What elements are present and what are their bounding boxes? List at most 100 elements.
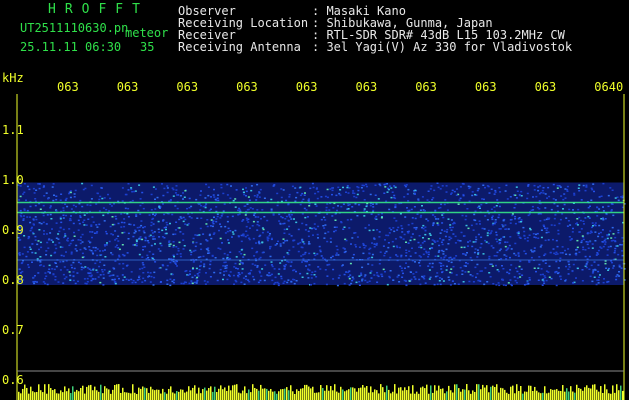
power-bar	[352, 387, 354, 400]
noise-speckle	[258, 270, 261, 273]
noise-speckle	[387, 234, 390, 237]
noise-speckle	[438, 244, 441, 247]
noise-speckle	[325, 283, 328, 286]
noise-speckle	[203, 280, 206, 282]
noise-speckle	[489, 276, 492, 278]
noise-speckle	[439, 277, 442, 279]
noise-speckle	[602, 219, 605, 221]
noise-speckle	[220, 186, 223, 189]
noise-speckle	[240, 234, 243, 237]
noise-speckle	[350, 282, 353, 285]
noise-speckle	[172, 233, 175, 236]
noise-speckle	[54, 279, 57, 281]
power-bar	[120, 392, 122, 400]
noise-speckle	[79, 248, 82, 251]
noise-speckle	[46, 241, 49, 244]
noise-speckle	[427, 253, 430, 256]
noise-speckle	[95, 269, 98, 271]
noise-speckle	[199, 243, 202, 245]
noise-speckle	[368, 248, 371, 251]
noise-speckle	[360, 187, 363, 189]
noise-speckle	[40, 222, 43, 225]
power-bar	[620, 385, 622, 400]
noise-speckle	[377, 198, 380, 200]
power-bar	[618, 390, 620, 400]
x-tick-label: 063	[57, 80, 79, 94]
noise-speckle	[51, 186, 54, 188]
noise-speckle	[138, 268, 141, 270]
noise-speckle	[295, 280, 298, 282]
noise-speckle	[397, 274, 400, 277]
noise-speckle	[293, 279, 296, 281]
noise-speckle	[81, 252, 84, 255]
noise-speckle	[445, 231, 448, 233]
power-bar	[434, 385, 436, 400]
noise-speckle	[203, 263, 206, 265]
noise-speckle	[373, 243, 376, 245]
noise-speckle	[284, 240, 286, 242]
noise-speckle	[153, 231, 156, 233]
noise-speckle	[340, 205, 343, 208]
noise-speckle	[182, 220, 185, 223]
noise-speckle	[241, 220, 244, 222]
noise-speckle	[66, 239, 69, 241]
power-bar	[208, 388, 210, 400]
noise-speckle	[323, 227, 326, 229]
noise-speckle	[506, 271, 509, 274]
noise-speckle	[256, 183, 259, 186]
noise-speckle	[437, 251, 440, 253]
noise-speckle	[301, 261, 303, 263]
noise-speckle	[313, 223, 316, 225]
noise-speckle	[283, 268, 286, 270]
noise-speckle	[290, 218, 293, 220]
noise-speckle	[288, 215, 291, 217]
noise-speckle	[552, 248, 555, 250]
noise-speckle	[139, 213, 142, 215]
noise-speckle	[234, 262, 237, 265]
power-bar	[610, 393, 612, 400]
noise-speckle	[406, 193, 409, 195]
power-bar	[404, 387, 406, 400]
noise-speckle	[307, 230, 310, 233]
noise-speckle	[80, 266, 83, 268]
noise-speckle	[139, 198, 142, 200]
noise-speckle	[518, 265, 521, 268]
noise-speckle	[589, 232, 592, 234]
noise-speckle	[91, 251, 94, 254]
noise-speckle	[515, 281, 518, 284]
noise-speckle	[82, 267, 85, 269]
noise-speckle	[27, 264, 30, 266]
noise-speckle	[81, 241, 84, 243]
noise-speckle	[301, 213, 304, 215]
noise-speckle	[130, 278, 133, 281]
noise-speckle	[58, 242, 61, 244]
noise-speckle	[561, 246, 564, 248]
noise-speckle	[133, 224, 136, 226]
noise-speckle	[175, 185, 178, 187]
noise-speckle	[258, 224, 261, 227]
noise-speckle	[144, 279, 147, 282]
noise-speckle	[468, 187, 471, 190]
noise-speckle	[481, 198, 484, 200]
noise-speckle	[620, 244, 623, 246]
power-bar	[142, 386, 144, 400]
noise-speckle	[211, 225, 214, 228]
noise-speckle	[465, 262, 467, 264]
noise-speckle	[502, 279, 505, 281]
noise-speckle	[497, 216, 500, 219]
noise-speckle	[548, 276, 551, 278]
noise-speckle	[150, 229, 153, 232]
noise-speckle	[508, 244, 511, 247]
noise-speckle	[202, 205, 205, 208]
noise-speckle	[235, 189, 238, 191]
power-bar	[282, 389, 284, 400]
noise-speckle	[580, 199, 583, 201]
power-bar	[258, 390, 260, 400]
noise-speckle	[561, 213, 564, 215]
noise-speckle	[564, 280, 567, 282]
noise-speckle	[538, 256, 541, 258]
noise-speckle	[601, 241, 604, 243]
noise-speckle	[176, 253, 179, 255]
noise-speckle	[222, 192, 225, 195]
noise-speckle	[268, 272, 271, 274]
